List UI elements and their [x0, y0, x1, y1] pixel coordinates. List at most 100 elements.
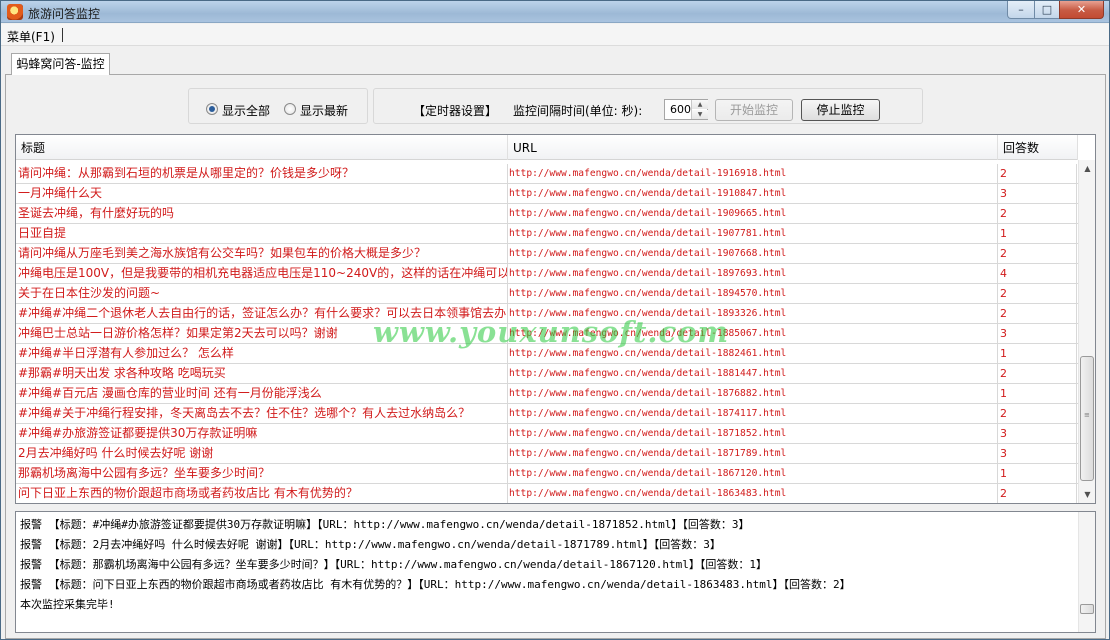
- table-row[interactable]: 关于在日本住沙发的问题~ http://www.mafengwo.cn/wenda…: [16, 284, 1078, 304]
- table-row[interactable]: 2月去冲绳好吗 什么时候去好呢 谢谢 http://www.mafengwo.cn…: [16, 444, 1078, 464]
- cell-answer-count: 3: [998, 424, 1077, 444]
- cell-answer-count: 2: [998, 484, 1077, 503]
- cell-answer-count: 2: [998, 204, 1077, 224]
- cell-answer-count: 2: [998, 284, 1077, 304]
- column-header-answers[interactable]: 回答数: [998, 135, 1078, 160]
- table-row[interactable]: 一月冲绳什么天 http://www.mafengwo.cn/wenda/deta…: [16, 184, 1078, 204]
- table-row[interactable]: #冲绳#办旅游签证都要提供30万存款证明嘛 http://www.mafengwo…: [16, 424, 1078, 444]
- menu-bar: 菜单(F1): [1, 24, 1109, 46]
- cell-title: 请问冲绳从万座毛到美之海水族馆有公交车吗？如果包车的价格大概是多少？: [17, 244, 508, 264]
- table-row[interactable]: #冲绳#半日浮潜有人参加过么？ 怎么样 http://www.mafengwo.c…: [16, 344, 1078, 364]
- cell-answer-count: 3: [998, 324, 1077, 344]
- cell-answer-count: 3: [998, 444, 1077, 464]
- cell-answer-count: 3: [998, 184, 1077, 204]
- stepper-up-icon[interactable]: ▲: [692, 100, 708, 109]
- cell-url: http://www.mafengwo.cn/wenda/detail-1907…: [508, 224, 998, 244]
- column-header-url[interactable]: URL: [508, 135, 998, 160]
- cell-answer-count: 1: [998, 464, 1077, 484]
- log-line: 报警 【标题：2月去冲绳好吗 什么时候去好呢 谢谢】【URL：http://ww…: [20, 538, 721, 551]
- table-row[interactable]: 日亚自提 http://www.mafengwo.cn/wenda/detail-…: [16, 224, 1078, 244]
- scroll-up-icon[interactable]: ▲: [1079, 160, 1095, 177]
- cell-title: 圣诞去冲绳，有什麼好玩的吗: [17, 204, 508, 224]
- cell-url: http://www.mafengwo.cn/wenda/detail-1916…: [508, 164, 998, 184]
- table-header: 标题 URL 回答数: [16, 135, 1078, 160]
- cell-url: http://www.mafengwo.cn/wenda/detail-1907…: [508, 244, 998, 264]
- app-icon: [7, 4, 23, 20]
- log-line: 报警 【标题：那霸机场离海中公园有多远？坐车要多少时间？】【URL：http:/…: [20, 558, 767, 571]
- log-line: 报警 【标题：问下日亚上东西的物价跟超市商场或者药妆店比 有木有优势的？】【UR…: [20, 578, 851, 591]
- cell-title: 一月冲绳什么天: [17, 184, 508, 204]
- table-row[interactable]: 问下日亚上东西的物价跟超市商场或者药妆店比 有木有优势的？ http://www.…: [16, 484, 1078, 503]
- cell-answer-count: 2: [998, 244, 1077, 264]
- minimize-button[interactable]: –: [1007, 1, 1035, 19]
- scroll-down-icon[interactable]: ▼: [1079, 486, 1095, 503]
- cell-title: #冲绳#半日浮潜有人参加过么？ 怎么样: [17, 344, 508, 364]
- cell-url: http://www.mafengwo.cn/wenda/detail-1863…: [508, 484, 998, 503]
- cell-url: http://www.mafengwo.cn/wenda/detail-1893…: [508, 304, 998, 324]
- results-table[interactable]: 标题 URL 回答数 请问冲绳：从那霸到石垣的机票是从哪里定的？价钱是多少呀？ h…: [15, 134, 1096, 504]
- cell-title: 请问冲绳：从那霸到石垣的机票是从哪里定的？价钱是多少呀？: [17, 164, 508, 184]
- stop-monitor-button[interactable]: 停止监控: [801, 99, 880, 121]
- log-line: 报警 【标题：#冲绳#办旅游签证都要提供30万存款证明嘛】【URL：http:/…: [20, 518, 750, 531]
- radio-show-all-label[interactable]: 显示全部: [222, 102, 270, 119]
- table-scrollbar[interactable]: ▲ ≡ ▼: [1078, 160, 1095, 503]
- cell-url: http://www.mafengwo.cn/wenda/detail-1885…: [508, 324, 998, 344]
- log-output[interactable]: 报警 【标题：#冲绳#办旅游签证都要提供30万存款证明嘛】【URL：http:/…: [15, 511, 1096, 633]
- cell-answer-count: 1: [998, 384, 1077, 404]
- table-row[interactable]: 冲绳电压是100V，但是我要带的相机充电器适应电压是110~240V的，这样的话…: [16, 264, 1078, 284]
- menu-separator: [62, 28, 63, 42]
- tab-mafengwo-monitor[interactable]: 蚂蜂窝问答-监控: [11, 53, 110, 75]
- cell-answer-count: 1: [998, 224, 1077, 244]
- cell-answer-count: 1: [998, 344, 1077, 364]
- close-button[interactable]: ✕: [1059, 1, 1104, 19]
- maximize-button[interactable]: □: [1034, 1, 1060, 19]
- column-header-title[interactable]: 标题: [16, 135, 508, 160]
- cell-title: #冲绳#办旅游签证都要提供30万存款证明嘛: [17, 424, 508, 444]
- cell-url: http://www.mafengwo.cn/wenda/detail-1882…: [508, 344, 998, 364]
- cell-title: 关于在日本住沙发的问题~: [17, 284, 508, 304]
- cell-url: http://www.mafengwo.cn/wenda/detail-1881…: [508, 364, 998, 384]
- radio-show-latest-label[interactable]: 显示最新: [300, 102, 348, 119]
- start-monitor-button[interactable]: 开始监控: [715, 99, 793, 121]
- cell-url: http://www.mafengwo.cn/wenda/detail-1874…: [508, 404, 998, 424]
- cell-url: http://www.mafengwo.cn/wenda/detail-1867…: [508, 464, 998, 484]
- table-row[interactable]: 那霸机场离海中公园有多远？坐车要多少时间？ http://www.mafengwo…: [16, 464, 1078, 484]
- table-row[interactable]: #那霸#明天出发 求各种攻略 吃喝玩买 http://www.mafengwo.c…: [16, 364, 1078, 384]
- window-title: 旅游问答监控: [28, 7, 101, 21]
- cell-answer-count: 4: [998, 264, 1077, 284]
- cell-title: 冲绳电压是100V，但是我要带的相机充电器适应电压是110~240V的，这样的话…: [17, 264, 508, 284]
- cell-title: #那霸#明天出发 求各种攻略 吃喝玩买: [17, 364, 508, 384]
- table-scroll-thumb[interactable]: ≡: [1080, 356, 1094, 481]
- log-scroll-thumb[interactable]: [1080, 604, 1094, 614]
- radio-show-latest[interactable]: [284, 103, 296, 115]
- cell-answer-count: 2: [998, 404, 1077, 424]
- cell-url: http://www.mafengwo.cn/wenda/detail-1871…: [508, 444, 998, 464]
- app-window: 旅游问答监控 – □ ✕ 菜单(F1) 蚂蜂窝问答-监控 显示全部 显示最新 【…: [0, 0, 1110, 640]
- table-row[interactable]: 请问冲绳：从那霸到石垣的机票是从哪里定的？价钱是多少呀？ http://www.m…: [16, 164, 1078, 184]
- cell-title: 日亚自提: [17, 224, 508, 244]
- table-row[interactable]: #冲绳#关于冲绳行程安排，冬天离岛去不去？住不住？选哪个？有人去过水纳岛么？ ht…: [16, 404, 1078, 424]
- cell-title: #冲绳#冲绳二个退休老人去自由行的话，签证怎么办？有什么要求？可以去日本领事馆去…: [17, 304, 508, 324]
- cell-url: http://www.mafengwo.cn/wenda/detail-1871…: [508, 424, 998, 444]
- radio-show-all[interactable]: [206, 103, 218, 115]
- timer-settings-label: 【定时器设置】: [413, 104, 498, 118]
- cell-title: 冲绳巴士总站一日游价格怎样？如果定第2天去可以吗？谢谢: [17, 324, 508, 344]
- title-bar[interactable]: 旅游问答监控 – □ ✕: [1, 1, 1109, 23]
- table-row[interactable]: 圣诞去冲绳，有什麼好玩的吗 http://www.mafengwo.cn/wend…: [16, 204, 1078, 224]
- table-row[interactable]: 请问冲绳从万座毛到美之海水族馆有公交车吗？如果包车的价格大概是多少？ http:/…: [16, 244, 1078, 264]
- table-body: 请问冲绳：从那霸到石垣的机票是从哪里定的？价钱是多少呀？ http://www.m…: [16, 164, 1078, 503]
- table-row[interactable]: #冲绳#冲绳二个退休老人去自由行的话，签证怎么办？有什么要求？可以去日本领事馆去…: [16, 304, 1078, 324]
- log-line: 本次监控采集完毕!: [20, 598, 115, 611]
- cell-title: 问下日亚上东西的物价跟超市商场或者药妆店比 有木有优势的？: [17, 484, 508, 503]
- cell-title: #冲绳#百元店 漫画仓库的营业时间 还有一月份能浮浅么: [17, 384, 508, 404]
- cell-url: http://www.mafengwo.cn/wenda/detail-1909…: [508, 204, 998, 224]
- menu-item-main[interactable]: 菜单(F1): [7, 28, 55, 45]
- cell-title: 那霸机场离海中公园有多远？坐车要多少时间？: [17, 464, 508, 484]
- interval-stepper[interactable]: ▲ ▼: [691, 100, 708, 119]
- log-scrollbar[interactable]: [1078, 512, 1095, 632]
- cell-title: #冲绳#关于冲绳行程安排，冬天离岛去不去？住不住？选哪个？有人去过水纳岛么？: [17, 404, 508, 424]
- table-row[interactable]: #冲绳#百元店 漫画仓库的营业时间 还有一月份能浮浅么 http://www.ma…: [16, 384, 1078, 404]
- table-row[interactable]: 冲绳巴士总站一日游价格怎样？如果定第2天去可以吗？谢谢 http://www.ma…: [16, 324, 1078, 344]
- cell-answer-count: 2: [998, 164, 1077, 184]
- stepper-down-icon[interactable]: ▼: [692, 110, 708, 119]
